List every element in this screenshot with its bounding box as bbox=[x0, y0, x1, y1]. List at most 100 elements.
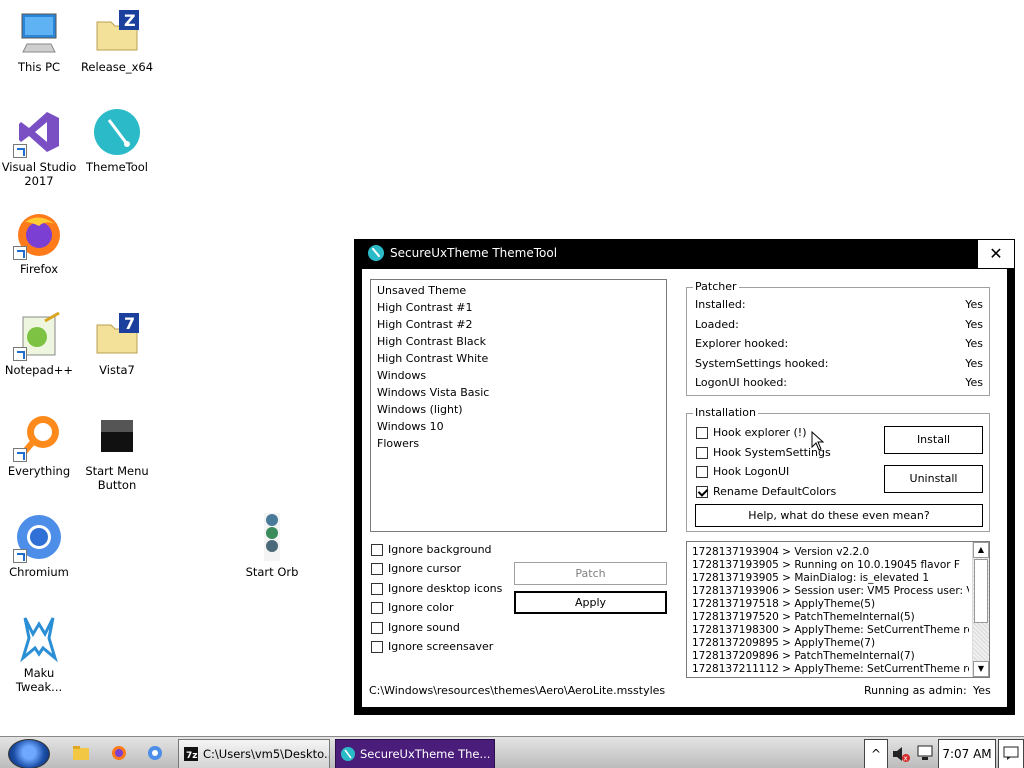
patcher-row-label: Installed: bbox=[695, 298, 746, 311]
svg-text:7z: 7z bbox=[186, 751, 198, 761]
ignore-screensaver-checkbox[interactable]: Ignore screensaver bbox=[371, 639, 493, 655]
ignore-background-checkbox[interactable]: Ignore background bbox=[371, 542, 492, 558]
checkbox-box[interactable] bbox=[371, 602, 383, 614]
taskbar-task-explorer[interactable]: 7z C:\Users\vm5\Deskto... bbox=[178, 739, 330, 768]
scrollbar-thumb[interactable] bbox=[974, 559, 988, 623]
theme-list-item[interactable]: High Contrast Black bbox=[377, 333, 660, 350]
computer-icon bbox=[15, 8, 63, 56]
help-button[interactable]: Help, what do these even mean? bbox=[695, 504, 983, 527]
patcher-row-label: SystemSettings hooked: bbox=[695, 357, 829, 370]
desktop-icon-label: ThemeTool bbox=[85, 160, 148, 174]
theme-list-item[interactable]: Windows bbox=[377, 367, 660, 384]
scroll-up-arrow-icon[interactable]: ▲ bbox=[973, 542, 989, 558]
checkbox-box[interactable] bbox=[371, 583, 383, 595]
close-icon: ✕ bbox=[989, 244, 1003, 263]
checkbox-box[interactable] bbox=[371, 563, 383, 575]
window-titlebar[interactable]: SecureUxTheme ThemeTool ✕ bbox=[354, 239, 1015, 269]
clock[interactable]: 7:07 AM bbox=[938, 739, 996, 768]
volume-muted-icon[interactable]: x bbox=[892, 746, 910, 762]
notification-icon bbox=[1003, 746, 1019, 760]
desktop-icon-firefox[interactable]: Firefox bbox=[0, 210, 79, 276]
desktop-icon-release-x64[interactable]: Z Release_x64 bbox=[77, 8, 157, 74]
log-line: 1728137193905 > Running on 10.0.19045 fl… bbox=[692, 559, 960, 571]
ignore-sound-checkbox[interactable]: Ignore sound bbox=[371, 620, 460, 636]
patcher-row-label: LogonUI hooked: bbox=[695, 376, 788, 389]
checkbox-box[interactable] bbox=[696, 466, 708, 478]
admin-status-value: Yes bbox=[973, 684, 991, 697]
network-icon[interactable] bbox=[916, 745, 934, 761]
7zip-icon: 7z bbox=[184, 747, 198, 761]
theme-list-item[interactable]: Windows Vista Basic bbox=[377, 384, 660, 401]
themetool-icon bbox=[368, 245, 384, 261]
maku-icon bbox=[15, 614, 63, 663]
desktop-icon-this-pc[interactable]: This PC bbox=[0, 8, 79, 74]
desktop-icon-themetool[interactable]: ThemeTool bbox=[77, 108, 157, 174]
checkbox-label: Ignore sound bbox=[388, 621, 460, 634]
desktop-icon-chromium[interactable]: Chromium bbox=[0, 513, 79, 579]
log-line: 1728137209896 > PatchThemeInternal(7) bbox=[692, 650, 915, 662]
log-box[interactable]: 1728137193904 > Version v2.2.0 172813719… bbox=[686, 541, 990, 678]
taskbar-task-label: SecureUxTheme The... bbox=[360, 747, 491, 761]
hook-logonui-checkbox[interactable]: Hook LogonUI bbox=[696, 464, 789, 480]
firefox-icon[interactable] bbox=[110, 745, 128, 761]
patcher-row-value: Yes bbox=[965, 318, 983, 331]
uninstall-button[interactable]: Uninstall bbox=[884, 465, 983, 493]
ignore-desktop-icons-checkbox[interactable]: Ignore desktop icons bbox=[371, 581, 502, 597]
desktop-icon-maku-tweak[interactable]: Maku Tweak... bbox=[0, 614, 79, 694]
checkbox-box[interactable] bbox=[696, 447, 708, 459]
hook-explorer-checkbox[interactable]: Hook explorer (!) bbox=[696, 425, 807, 441]
taskbar-task-themetool[interactable]: SecureUxTheme The... bbox=[335, 739, 495, 768]
visual-studio-icon bbox=[13, 108, 63, 158]
scroll-down-arrow-icon[interactable]: ▼ bbox=[973, 661, 989, 677]
theme-list-item[interactable]: Unsaved Theme bbox=[377, 282, 660, 299]
desktop-icon-start-orb[interactable]: Start Orb bbox=[232, 513, 312, 579]
log-line: 1728137197520 > PatchThemeInternal(5) bbox=[692, 611, 915, 623]
patcher-row-label: Explorer hooked: bbox=[695, 337, 789, 350]
desktop-icon-notepadpp[interactable]: Notepad++ bbox=[0, 311, 79, 377]
desktop-icon-label: Everything bbox=[7, 464, 71, 478]
desktop-icon-start-menu-button[interactable]: Start Menu Button bbox=[77, 412, 157, 492]
desktop-icon-vista7[interactable]: 7 Vista7 bbox=[77, 311, 157, 377]
apply-button[interactable]: Apply bbox=[514, 591, 667, 614]
desktop-icon-everything[interactable]: Everything bbox=[0, 412, 79, 478]
install-button[interactable]: Install bbox=[884, 426, 983, 454]
checkbox-label: Ignore cursor bbox=[388, 562, 461, 575]
rename-defaultcolors-checkbox[interactable]: Rename DefaultColors bbox=[696, 484, 836, 500]
chromium-icon[interactable] bbox=[146, 745, 164, 761]
theme-list-item[interactable]: Windows (light) bbox=[377, 401, 660, 418]
shortcut-arrow-icon bbox=[13, 246, 27, 260]
desktop-icon-label: Release_x64 bbox=[80, 60, 154, 74]
checkbox-label: Ignore background bbox=[388, 543, 492, 556]
log-line: 1728137198300 > ApplyTheme: SetCurrentTh… bbox=[692, 624, 969, 636]
ignore-cursor-checkbox[interactable]: Ignore cursor bbox=[371, 561, 461, 577]
patcher-row-value: Yes bbox=[965, 376, 983, 389]
theme-list-item[interactable]: High Contrast #1 bbox=[377, 299, 660, 316]
desktop-icon-label: Vista7 bbox=[99, 363, 135, 377]
checkbox-box[interactable] bbox=[371, 622, 383, 634]
patch-button[interactable]: Patch bbox=[514, 562, 667, 585]
desktop-icon-visual-studio[interactable]: Visual Studio 2017 bbox=[0, 108, 79, 188]
start-button[interactable] bbox=[8, 739, 50, 768]
close-button[interactable]: ✕ bbox=[977, 239, 1015, 269]
admin-status-label: Running as admin: bbox=[864, 684, 967, 697]
tray-overflow-button[interactable]: ^ bbox=[864, 739, 888, 768]
taskbar: 7z C:\Users\vm5\Deskto... SecureUxTheme … bbox=[0, 736, 1024, 768]
log-line: 1728137197518 > ApplyTheme(5) bbox=[692, 598, 876, 610]
notification-center-button[interactable] bbox=[998, 739, 1024, 768]
desktop-icon-label: Chromium bbox=[9, 565, 69, 579]
shortcut-arrow-icon bbox=[13, 144, 27, 158]
search-magnifier-icon bbox=[13, 412, 63, 462]
checkbox-box[interactable] bbox=[371, 544, 383, 556]
checkbox-box[interactable] bbox=[371, 641, 383, 653]
theme-list-item[interactable]: High Contrast #2 bbox=[377, 316, 660, 333]
log-scrollbar[interactable]: ▲ ▼ bbox=[972, 542, 989, 677]
theme-list-item[interactable]: Windows 10 bbox=[377, 418, 660, 435]
theme-list-item[interactable]: High Contrast White bbox=[377, 350, 660, 367]
file-explorer-icon[interactable] bbox=[72, 745, 90, 761]
theme-path: C:\Windows\resources\themes\Aero\AeroLit… bbox=[369, 684, 666, 697]
theme-list[interactable]: Unsaved Theme High Contrast #1 High Cont… bbox=[370, 279, 667, 532]
checkbox-box[interactable] bbox=[696, 486, 708, 498]
checkbox-box[interactable] bbox=[696, 427, 708, 439]
ignore-color-checkbox[interactable]: Ignore color bbox=[371, 600, 454, 616]
theme-list-item[interactable]: Flowers bbox=[377, 435, 660, 452]
